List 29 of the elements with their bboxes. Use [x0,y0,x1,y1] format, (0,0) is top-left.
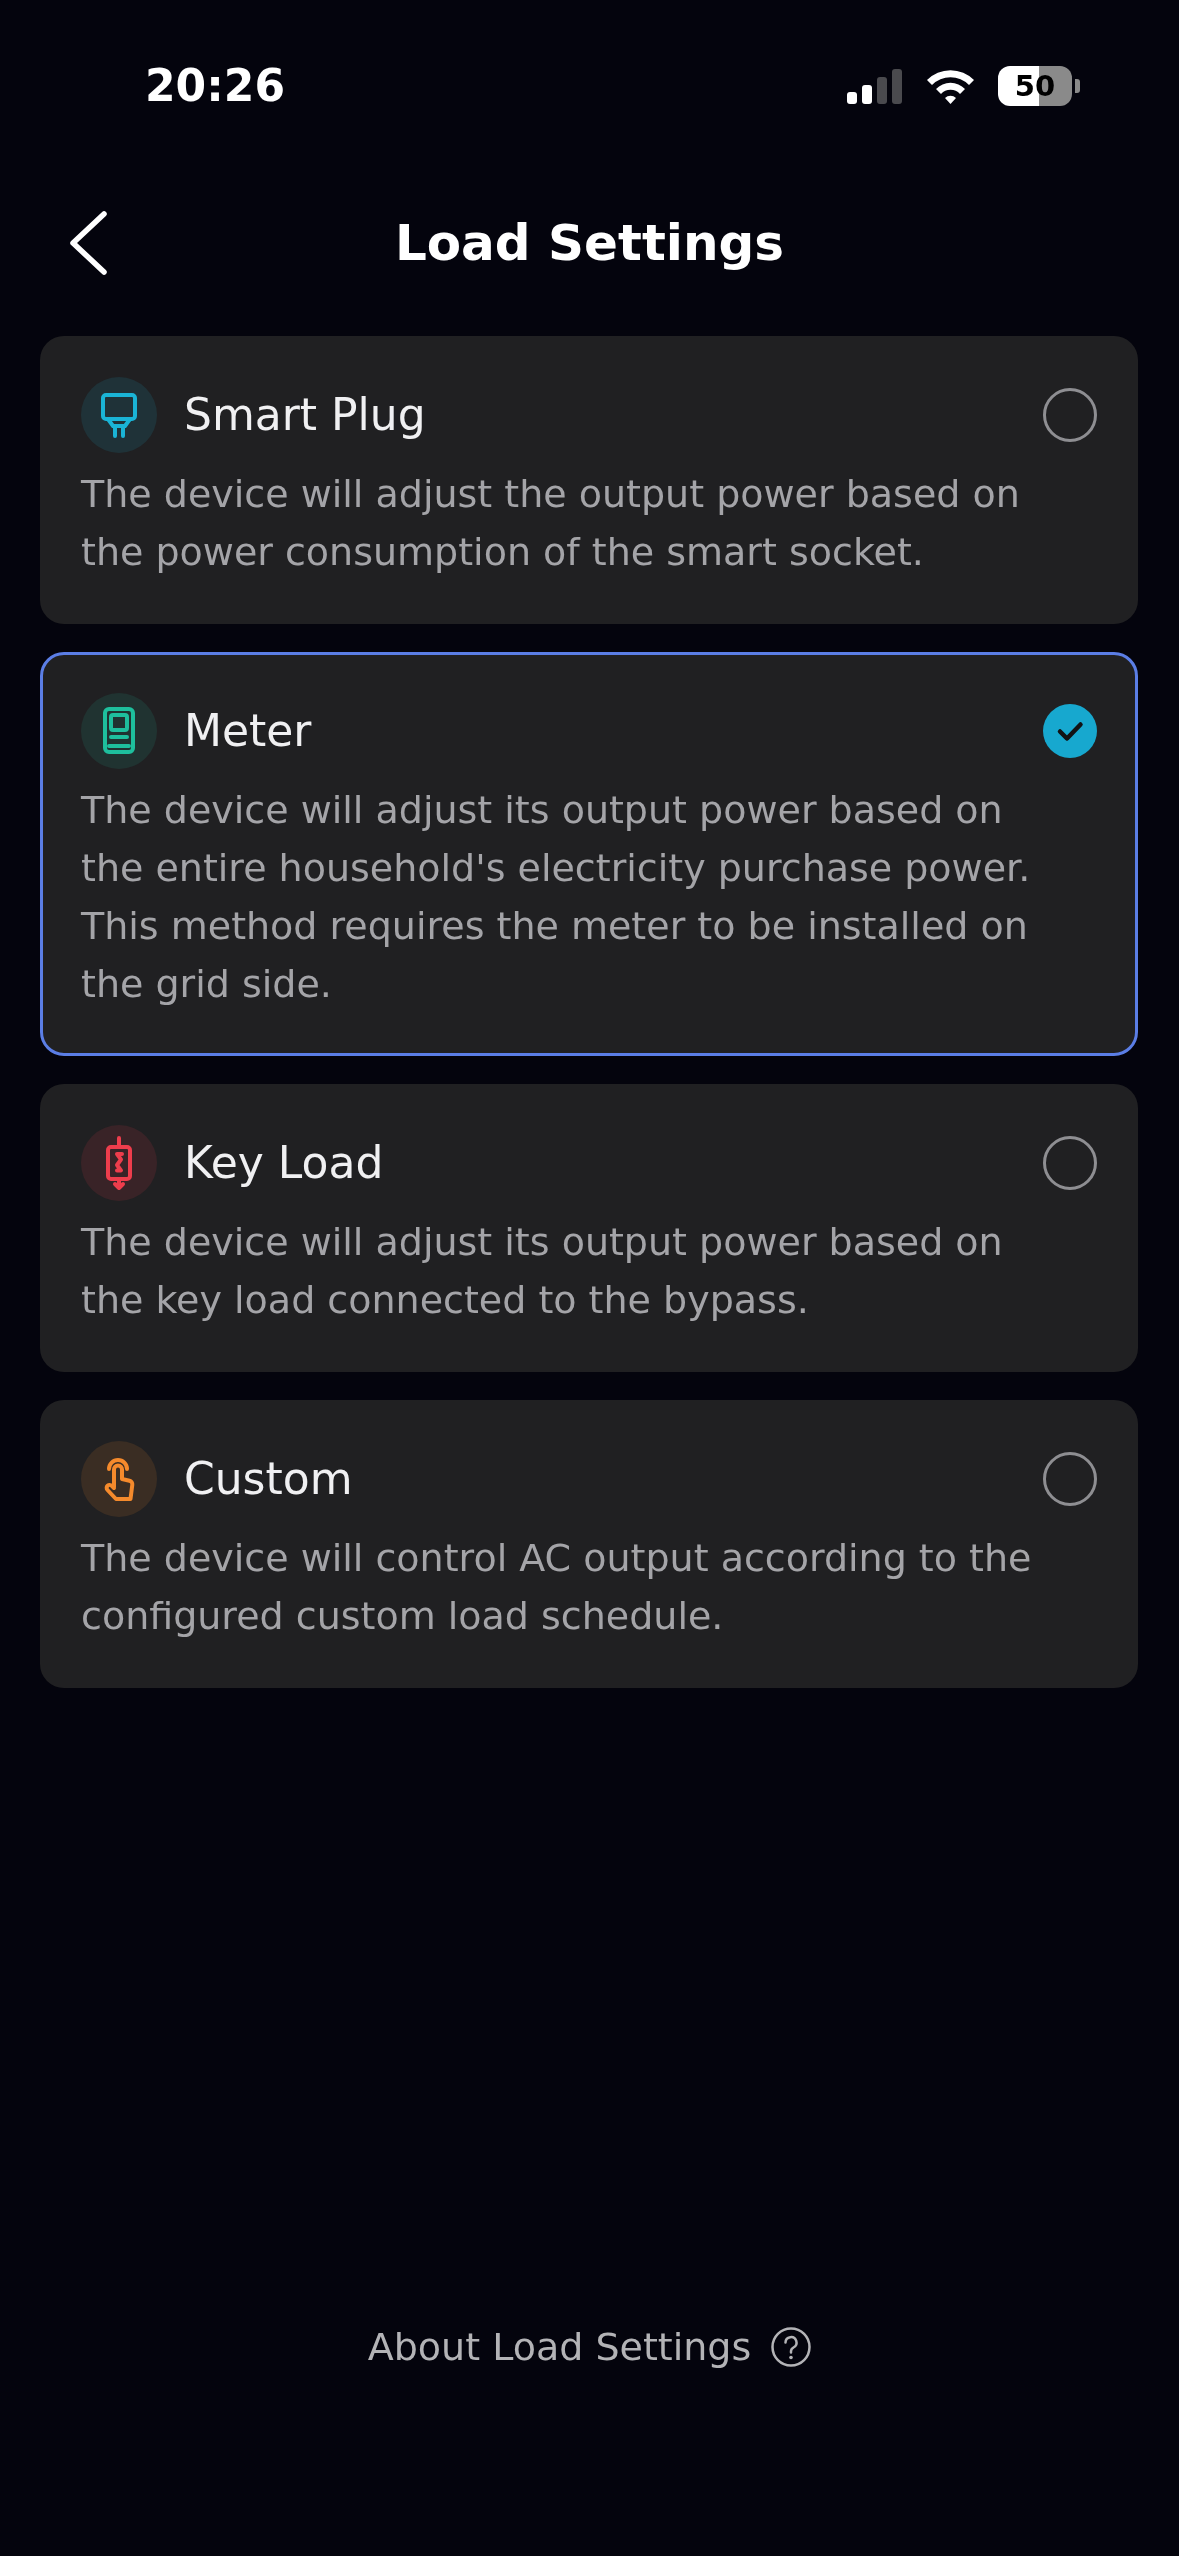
battery-indicator: 50 [998,66,1080,106]
option-description: The device will adjust the output power based on the power consumption of the smart socket. [81,471,1021,576]
radio-button[interactable] [1043,1452,1097,1506]
option-title: Meter [184,704,313,758]
back-button[interactable] [68,211,108,275]
radio-button[interactable] [1043,1136,1097,1190]
about-link[interactable]: About Load Settings [367,2322,812,2372]
meter-icon [81,693,157,769]
wifi-icon [925,68,976,104]
plug-icon [81,377,157,453]
option-card[interactable]: Meter The device will adjust its output power based on the entire household's electricity purchase power. This method requires the meter to be installed on the grid side. [40,652,1138,1056]
resistor-icon [81,1125,157,1201]
option-description: The device will control AC output according to the configured custom load schedule. [81,1535,1033,1640]
option-title: Smart Plug [184,388,427,442]
option-card[interactable]: Key Load The device will adjust its output power based on the key load connected to the bypass. [40,1084,1138,1372]
radio-button[interactable] [1043,388,1097,442]
help-icon [771,2327,812,2367]
option-card[interactable]: Custom The device will control AC output according to the configured custom load schedule. [40,1400,1138,1688]
back-icon [68,211,108,275]
option-title: Key Load [184,1136,385,1190]
page-title: Load Settings [394,213,785,273]
signal-icon [847,68,903,104]
tap-hand-icon [81,1441,157,1517]
radio-button[interactable] [1043,704,1097,758]
option-description: The device will adjust its output power based on the key load connected to the bypass. [81,1219,1004,1324]
option-card[interactable]: Smart Plug The device will adjust the output power based on the power consumption of the smart socket. [40,336,1138,624]
option-title: Custom [184,1452,354,1506]
status-time: 20:26 [145,64,286,108]
option-description: The device will adjust its output power based on the entire household's electricity purchase power. This method requires the meter to be installed on the grid side. [81,787,1032,1008]
